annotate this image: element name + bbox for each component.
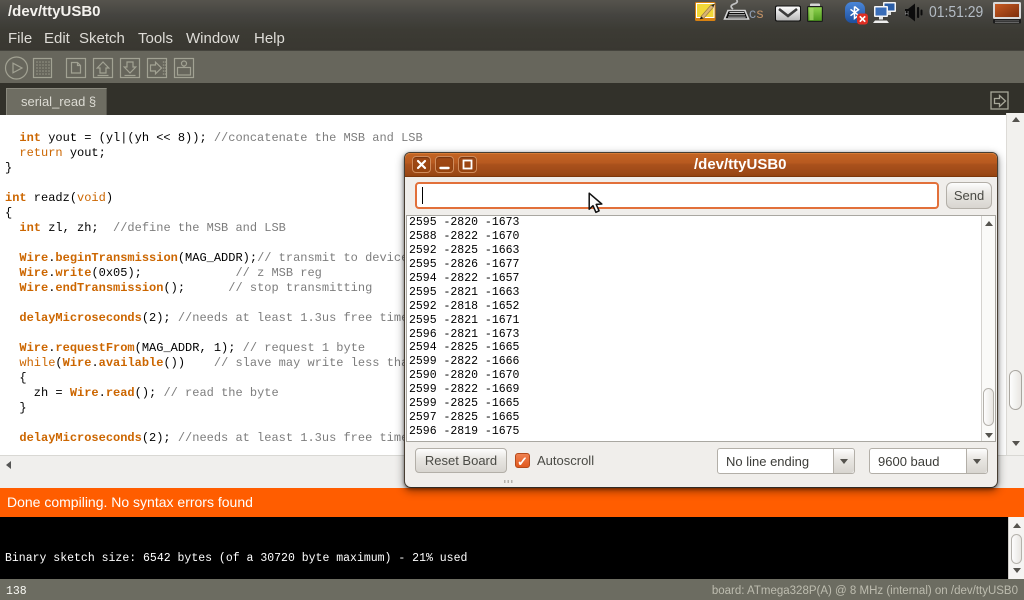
svg-text:c: c — [749, 5, 756, 21]
svg-text:s: s — [757, 5, 764, 21]
svg-text:H: H — [905, 12, 909, 18]
